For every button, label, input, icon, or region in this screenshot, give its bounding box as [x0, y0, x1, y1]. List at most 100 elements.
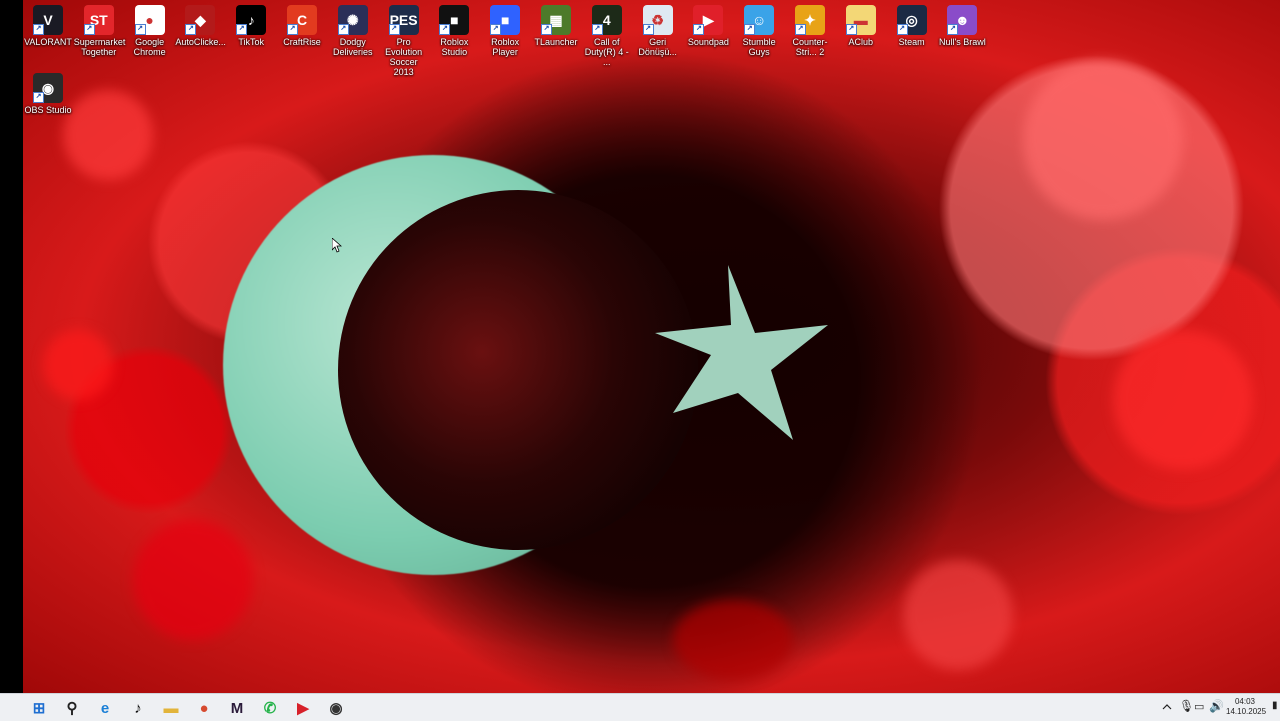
desktop-icon-valorant[interactable]: V ↗ VALORANT	[23, 0, 73, 47]
desktop-icon-label: OBS Studio	[24, 105, 72, 115]
desktop-icon-label: Supermarket Together	[73, 37, 126, 57]
desktop-icon-label: AClub	[848, 37, 874, 47]
tiktok-button[interactable]: ♪	[127, 697, 149, 719]
counter-strike-2-icon: ✦ ↗	[795, 5, 825, 35]
desktop-icon-label: Roblox Studio	[440, 37, 469, 57]
tlauncher-icon: ▦ ↗	[541, 5, 571, 35]
nulls-brawl-icon: ☻ ↗	[947, 5, 978, 35]
whatsapp-button[interactable]: ✆	[259, 697, 281, 719]
clock-date: 14.10.2025	[1226, 707, 1267, 716]
chrome-button[interactable]: ●	[193, 697, 215, 719]
shortcut-arrow-icon: ↗	[490, 24, 502, 35]
steam-icon: ◎ ↗	[896, 5, 927, 35]
desktop-icon-soundpad[interactable]: ▶ ↗ Soundpad	[683, 0, 733, 47]
mouse-cursor-icon	[332, 238, 342, 253]
shortcut-arrow-icon: ↗	[236, 24, 248, 35]
desktop-icon-label: Null's Brawl	[939, 37, 986, 47]
desktop-icon-label: Pro Evolution Soccer 2013	[385, 37, 423, 77]
desktop-icon-tiktok[interactable]: ♪ ↗ TikTok	[226, 0, 276, 47]
shortcut-arrow-icon: ↗	[947, 24, 959, 35]
file-explorer-button[interactable]: ▬	[160, 697, 182, 719]
stumble-guys-icon: ☺ ↗	[744, 5, 775, 35]
soundpad-icon: ▶ ↗	[693, 5, 724, 35]
desktop-icon-label: Geri Dönüşü...	[638, 37, 677, 57]
desktop-icon-counter-strike-2[interactable]: ✦ ↗ Counter-Stri... 2	[785, 0, 835, 57]
desktop-icon-dodgy-deliveries[interactable]: ✺ ↗ Dodgy Deliveries	[328, 0, 378, 57]
google-chrome-icon: ● ↗	[134, 5, 165, 35]
desktop-icon-pro-evolution-soccer[interactable]: PES ↗ Pro Evolution Soccer 2013	[379, 0, 429, 77]
shortcut-arrow-icon: ↗	[795, 24, 806, 35]
desktop-icon-label: AutoClicke...	[175, 37, 226, 47]
dodgy-deliveries-icon: ✺ ↗	[337, 5, 368, 35]
shortcut-arrow-icon: ↗	[287, 24, 298, 35]
capcut-button[interactable]: M	[226, 697, 248, 719]
desktop-icon-label: Dodgy Deliveries	[333, 37, 373, 57]
taskbar-clock[interactable]: 04:03 14.10.2025	[1226, 697, 1267, 717]
shortcut-arrow-icon: ↗	[337, 24, 349, 35]
shortcut-arrow-icon: ↗	[541, 24, 552, 35]
desktop-icon-label: Google Chrome	[133, 37, 166, 57]
desktop-icon-label: Steam	[898, 37, 925, 47]
shortcut-arrow-icon: ↗	[83, 24, 95, 35]
shortcut-arrow-icon: ↗	[439, 24, 451, 35]
shortcut-arrow-icon: ↗	[693, 24, 705, 35]
shortcut-arrow-icon: ↗	[185, 24, 197, 35]
network-icon[interactable]: ▭	[1194, 700, 1204, 713]
desktop-icon-label: TikTok	[238, 37, 265, 47]
roblox-player-icon: ■ ↗	[490, 5, 521, 35]
clock-time: 04:03	[1234, 697, 1256, 706]
tiktok-icon: ♪ ↗	[236, 5, 267, 35]
shortcut-arrow-icon: ↗	[33, 92, 44, 103]
start-button[interactable]: ⊞	[28, 697, 50, 719]
microphone-icon[interactable]: 🎙	[1179, 699, 1194, 713]
desktop-icon-aclub[interactable]: ▬ ↗ AClub	[836, 0, 886, 47]
valorant-icon: V ↗	[33, 5, 63, 35]
desktop-icon-supermarket-together[interactable]: ST ↗ Supermarket Together	[73, 0, 126, 57]
desktop-icon-stumble-guys[interactable]: ☺ ↗ Stumble Guys	[734, 0, 784, 57]
shortcut-arrow-icon: ↗	[744, 24, 756, 35]
obs-button[interactable]: ◉	[325, 697, 347, 719]
supermarket-together-icon: ST ↗	[83, 5, 114, 35]
desktop-icon-label: Call of Duty(R) 4 - ...	[584, 37, 629, 67]
desktop-icon-label: Counter-Stri... 2	[792, 37, 828, 57]
desktop-icon-autoclicker[interactable]: ◆ ↗ AutoClicke...	[175, 0, 226, 47]
notification-icon[interactable]: ▮	[1272, 700, 1278, 711]
volume-icon[interactable]: 🔊	[1209, 699, 1224, 713]
shortcut-arrow-icon: ↗	[896, 24, 908, 35]
desktop-icon-label: TLauncher	[534, 37, 578, 47]
search-button[interactable]: ⚲	[61, 697, 83, 719]
desktop-icon-call-of-duty[interactable]: 4 ↗ Call of Duty(R) 4 - ...	[582, 0, 632, 67]
desktop-icon-nulls-brawl[interactable]: ☻ ↗ Null's Brawl	[937, 0, 987, 47]
recycle-bin-icon: ♻ ↗	[642, 5, 673, 35]
pro-evolution-soccer-icon: PES ↗	[388, 5, 419, 35]
desktop-icon-recycle-bin[interactable]: ♻ ↗ Geri Dönüşü...	[633, 0, 683, 57]
show-hidden-icons-icon[interactable]	[1162, 702, 1172, 712]
call-of-duty-icon: 4 ↗	[591, 5, 622, 35]
shortcut-arrow-icon: ↗	[33, 24, 44, 35]
desktop-icon-roblox-studio[interactable]: ■ ↗ Roblox Studio	[429, 0, 479, 57]
shortcut-arrow-icon: ↗	[134, 24, 146, 35]
desktop-icon-roblox-player[interactable]: ■ ↗ Roblox Player	[480, 0, 530, 57]
desktop-icon-steam[interactable]: ◎ ↗ Steam	[887, 0, 937, 47]
shortcut-arrow-icon: ↗	[845, 24, 857, 35]
desktop-icon-obs-studio[interactable]: ◉ ↗ OBS Studio	[23, 68, 73, 115]
desktop-icon-label: CraftRise	[283, 37, 321, 47]
desktop-icon-label: Roblox Player	[491, 37, 520, 57]
shortcut-arrow-icon: ↗	[388, 24, 400, 35]
obs-studio-icon: ◉ ↗	[33, 73, 63, 103]
shortcut-arrow-icon: ↗	[591, 24, 603, 35]
desktop-icon-tlauncher[interactable]: ▦ ↗ TLauncher	[531, 0, 581, 47]
roblox-studio-icon: ■ ↗	[439, 5, 470, 35]
shortcut-arrow-icon: ↗	[642, 24, 654, 35]
autoclicker-icon: ◆ ↗	[185, 5, 216, 35]
flag-star	[655, 265, 828, 440]
desktop-icons: V ↗ VALORANT ST ↗ Supermarket Together ● ↗ Googl…	[23, 0, 1280, 130]
desktop-icon-google-chrome[interactable]: ● ↗ Google Chrome	[125, 0, 175, 57]
craftrise-icon: C ↗	[287, 5, 317, 35]
edge-button[interactable]: e	[94, 697, 116, 719]
left-black-border	[0, 0, 23, 693]
aclub-icon: ▬ ↗	[845, 5, 876, 35]
desktop-icon-craftrise[interactable]: C ↗ CraftRise	[277, 0, 327, 47]
soundpad-button[interactable]: ▶	[292, 697, 314, 719]
desktop-icon-label: Stumble Guys	[742, 37, 776, 57]
